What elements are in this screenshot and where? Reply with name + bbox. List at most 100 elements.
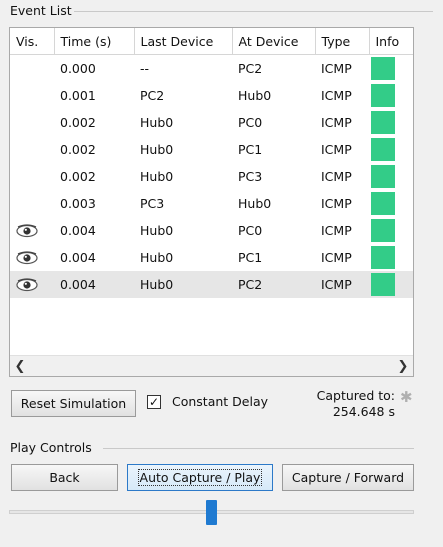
time-cell: 0.004: [60, 223, 96, 238]
column-header-vis[interactable]: Vis.: [10, 28, 55, 55]
info-cell[interactable]: [369, 217, 413, 244]
type-cell: ICMP: [321, 169, 352, 184]
table-row[interactable]: 0.004 Hub0 PC0 ICMP: [10, 217, 413, 244]
eye-icon[interactable]: [16, 250, 38, 265]
column-header-time[interactable]: Time (s): [54, 28, 135, 55]
info-cell[interactable]: [369, 163, 413, 190]
table-header-row: Vis. Time (s) Last Device At Device Type…: [10, 28, 413, 55]
constant-delay-label: Constant Delay: [172, 394, 269, 409]
at-device-cell: PC2: [238, 61, 263, 76]
column-header-last-device[interactable]: Last Device: [134, 28, 233, 55]
info-color-swatch[interactable]: [371, 111, 395, 134]
info-color-swatch[interactable]: [371, 84, 395, 107]
info-color-swatch[interactable]: [371, 219, 395, 242]
time-cell: 0.002: [60, 169, 96, 184]
horizontal-scrollbar[interactable]: ❮ ❯: [10, 355, 413, 376]
table-row[interactable]: 0.002 Hub0 PC0 ICMP: [10, 109, 413, 136]
capture-forward-label: Capture / Forward: [291, 470, 405, 485]
at-device-cell: PC0: [238, 223, 263, 238]
time-cell: 0.000: [60, 61, 96, 76]
eye-icon[interactable]: [16, 223, 38, 238]
info-cell[interactable]: [369, 82, 413, 109]
type-cell: ICMP: [321, 142, 352, 157]
at-device-cell: PC3: [238, 169, 263, 184]
reset-simulation-button[interactable]: Reset Simulation: [11, 390, 136, 417]
vis-cell: [10, 163, 54, 190]
captured-to-value: 254.648 s: [332, 404, 395, 419]
capture-forward-button[interactable]: Capture / Forward: [282, 464, 414, 491]
column-header-at-device[interactable]: At Device: [232, 28, 316, 55]
last-device-cell: --: [140, 61, 150, 76]
at-device-cell: PC1: [238, 142, 263, 157]
last-device-cell: PC2: [140, 88, 165, 103]
table-row[interactable]: 0.003 PC3 Hub0 ICMP: [10, 190, 413, 217]
last-device-cell: Hub0: [140, 169, 174, 184]
info-cell[interactable]: [369, 136, 413, 163]
chevron-right-icon[interactable]: ❯: [393, 356, 413, 376]
column-header-info[interactable]: Info: [369, 28, 413, 55]
info-color-swatch[interactable]: [371, 165, 395, 188]
auto-capture-play-button[interactable]: Auto Capture / Play: [127, 464, 273, 491]
table-row[interactable]: 0.002 Hub0 PC3 ICMP: [10, 163, 413, 190]
type-cell: ICMP: [321, 115, 352, 130]
type-cell: ICMP: [321, 196, 352, 211]
info-cell[interactable]: [369, 271, 413, 298]
check-icon: ✓: [148, 395, 160, 409]
event-list-table[interactable]: Vis. Time (s) Last Device At Device Type…: [9, 27, 414, 377]
vis-cell: [10, 244, 54, 271]
table-row[interactable]: 0.001 PC2 Hub0 ICMP: [10, 82, 413, 109]
event-list-title: Event List: [8, 3, 74, 18]
info-cell[interactable]: [369, 109, 413, 136]
last-device-cell: Hub0: [140, 223, 174, 238]
captured-to-readout: Captured to: 254.648 s: [300, 388, 395, 420]
vis-cell: [10, 271, 54, 298]
time-cell: 0.004: [60, 250, 96, 265]
vis-cell: [10, 109, 54, 136]
vis-cell: [10, 190, 54, 217]
at-device-cell: Hub0: [238, 196, 272, 211]
eye-icon[interactable]: [16, 277, 38, 292]
info-color-swatch[interactable]: [371, 246, 395, 269]
at-device-cell: PC1: [238, 250, 263, 265]
last-device-cell: Hub0: [140, 250, 174, 265]
reset-simulation-label: Reset Simulation: [20, 396, 127, 411]
info-cell[interactable]: [369, 244, 413, 271]
play-controls-title: Play Controls: [8, 440, 94, 455]
speed-slider-thumb[interactable]: [206, 500, 217, 525]
table-row[interactable]: 0.004 Hub0 PC2 ICMP: [10, 271, 413, 298]
info-color-swatch[interactable]: [371, 192, 395, 215]
captured-to-label: Captured to:: [316, 388, 395, 403]
time-cell: 0.002: [60, 142, 96, 157]
chevron-left-icon[interactable]: ❮: [10, 356, 30, 376]
info-cell[interactable]: [369, 55, 413, 83]
type-cell: ICMP: [321, 250, 352, 265]
type-cell: ICMP: [315, 271, 369, 298]
at-device-cell: PC0: [238, 115, 263, 130]
asterisk-icon: ✱: [400, 388, 413, 406]
type-cell: ICMP: [321, 61, 352, 76]
last-device-cell: Hub0: [140, 115, 174, 130]
type-cell: ICMP: [321, 223, 352, 238]
info-color-swatch[interactable]: [371, 273, 395, 296]
last-device-cell: Hub0: [140, 142, 174, 157]
info-color-swatch[interactable]: [371, 138, 395, 161]
auto-capture-play-label: Auto Capture / Play: [137, 469, 263, 486]
vis-cell: [10, 82, 54, 109]
vis-cell: [10, 55, 54, 83]
last-device-cell: Hub0: [134, 271, 232, 298]
last-device-cell: PC3: [140, 196, 165, 211]
info-color-swatch[interactable]: [371, 57, 395, 80]
time-cell: 0.003: [60, 196, 96, 211]
vis-cell: [10, 217, 54, 244]
back-button[interactable]: Back: [11, 464, 118, 491]
time-cell: 0.001: [60, 88, 96, 103]
time-cell: 0.004: [54, 271, 134, 298]
column-header-type[interactable]: Type: [315, 28, 370, 55]
type-cell: ICMP: [321, 88, 352, 103]
table-row[interactable]: 0.002 Hub0 PC1 ICMP: [10, 136, 413, 163]
constant-delay-checkbox[interactable]: ✓: [147, 395, 161, 409]
table-row[interactable]: 0.000 -- PC2 ICMP: [10, 55, 413, 83]
table-row[interactable]: 0.004 Hub0 PC1 ICMP: [10, 244, 413, 271]
vis-cell: [10, 136, 54, 163]
info-cell[interactable]: [369, 190, 413, 217]
